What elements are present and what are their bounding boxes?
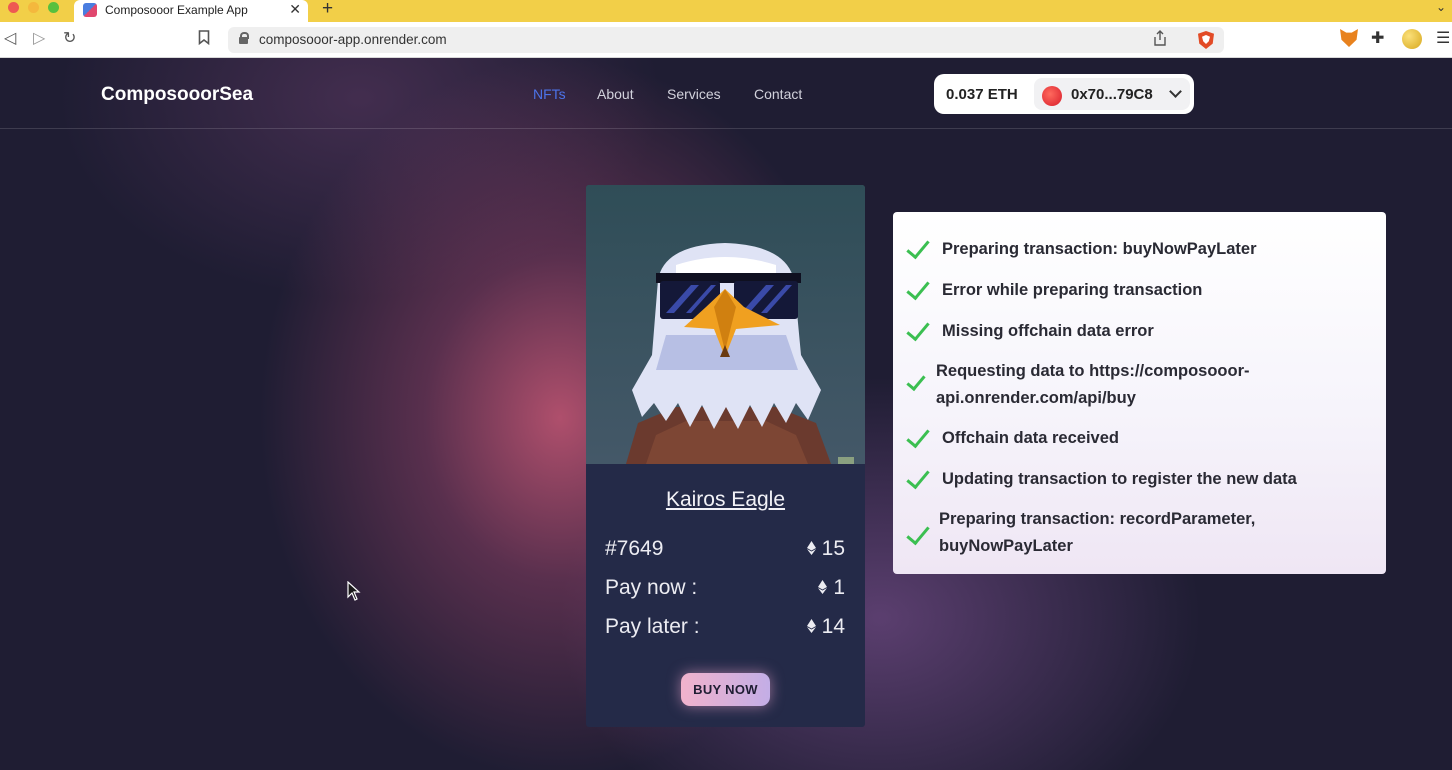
check-icon [906,423,930,449]
eth-icon [806,619,816,633]
pay-now-value: 1 [833,576,845,599]
nft-title[interactable]: Kairos Eagle [586,488,865,512]
tab-title: Composooor Example App [105,3,248,17]
pay-now-label: Pay now : [605,576,698,599]
pay-later-value: 14 [821,615,845,638]
pay-now: 1 [818,576,845,600]
brave-shield-icon[interactable] [1198,31,1214,49]
nav-link-nfts[interactable]: NFTs [533,86,566,102]
browser-toolbar: ◁ ▷ ↻ composooor-app.onrender.com ✚ ☰ [0,22,1452,58]
wallet-widget: 0.037 ETH 0x70...79C8 [934,74,1194,114]
site-navbar: ComposooorSea NFTs About Services Contac… [0,58,1452,129]
back-icon[interactable]: ◁ [4,30,16,48]
status-text: Offchain data received [942,429,1119,447]
nft-card: Kairos Eagle #7649 15 Pay now : 1 Pay la… [586,185,865,727]
reload-icon[interactable]: ↻ [63,30,76,48]
eth-icon [806,541,816,555]
wallet-address: 0x70...79C8 [1071,86,1153,103]
page-content: ComposooorSea NFTs About Services Contac… [0,58,1452,770]
forward-icon[interactable]: ▷ [33,30,45,48]
metamask-fox-icon[interactable] [1340,29,1358,47]
url-text: composooor-app.onrender.com [259,32,447,47]
profile-avatar-icon[interactable] [1402,29,1422,49]
check-icon [906,234,930,260]
chevron-down-icon [1169,85,1182,98]
status-text: Preparing transaction: buyNowPayLater [942,240,1257,258]
address-bar[interactable]: composooor-app.onrender.com [228,27,1224,53]
status-text: Updating transaction to register the new… [942,470,1297,488]
share-icon[interactable] [1154,30,1166,49]
account-avatar-icon [1042,86,1062,106]
mouse-cursor-icon [347,581,361,601]
pay-later: 14 [806,615,845,639]
transaction-status-panel: Preparing transaction: buyNowPayLater Er… [893,212,1386,574]
buy-now-button[interactable]: BUY NOW [681,673,770,706]
pixel-eagle-image [586,185,865,464]
check-icon [906,464,930,490]
check-icon [906,520,930,546]
status-text-line-2: buyNowPayLater [939,537,1073,555]
menu-icon[interactable]: ☰ [1436,28,1450,48]
tab-list-chevron-icon[interactable]: ⌄ [1436,0,1446,14]
pay-later-label: Pay later : [605,615,700,638]
nav-link-contact[interactable]: Contact [754,86,802,102]
extensions-puzzle-icon[interactable]: ✚ [1371,28,1384,48]
account-dropdown[interactable]: 0x70...79C8 [1034,78,1190,110]
nft-image [586,185,865,464]
site-logo[interactable]: ComposooorSea [101,84,253,106]
status-text-line-2: api.onrender.com/api/buy [936,389,1136,407]
check-icon [906,275,930,301]
bookmark-icon[interactable] [198,30,210,50]
eth-icon [818,580,828,594]
tab-favicon-icon [83,3,97,17]
status-text: Missing offchain data error [942,322,1154,340]
nav-link-about[interactable]: About [597,86,634,102]
eth-balance: 0.037 ETH [946,86,1018,103]
maximize-window-icon[interactable] [48,2,59,13]
check-icon [906,316,930,342]
tab-close-icon[interactable]: ✕ [289,1,301,18]
minimize-window-icon[interactable] [28,2,39,13]
status-text-line-1: Requesting data to https://composooor- [936,362,1250,380]
close-window-icon[interactable] [8,2,19,13]
nav-link-services[interactable]: Services [667,86,721,102]
browser-tab-bar: Composooor Example App ✕ + ⌄ [0,0,1452,22]
status-text-line-1: Preparing transaction: recordParameter, [939,510,1256,528]
status-text: Error while preparing transaction [942,281,1203,299]
browser-tab-active[interactable]: Composooor Example App ✕ [74,0,308,22]
lock-icon [239,32,249,44]
nft-price: 15 [806,537,845,561]
new-tab-icon[interactable]: + [322,0,333,20]
nft-id: #7649 [605,537,664,560]
nft-price-value: 15 [821,537,845,560]
check-icon [906,370,926,392]
